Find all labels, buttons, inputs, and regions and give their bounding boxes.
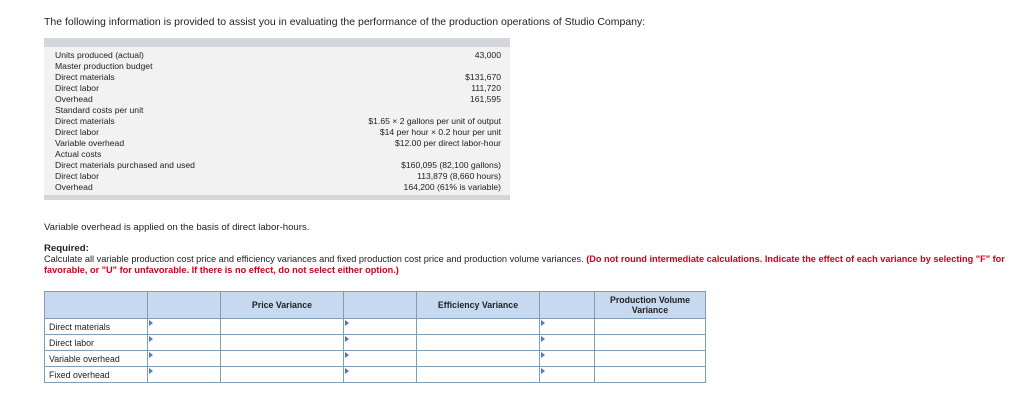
info-value: 161,595 [469,94,501,104]
efficiency-effect-select[interactable] [343,350,417,367]
col-header-price-text: Price Variance [220,291,344,319]
row-label: Direct labor [44,334,148,351]
required-title: Required: [44,243,89,254]
volume-effect-select[interactable] [539,334,595,351]
price-amount-input[interactable] [220,350,344,367]
info-row: Direct labor 111,720 [44,83,510,94]
table-corner [44,291,148,319]
info-label: Direct labor [55,127,99,137]
info-row: Direct labor 113,879 (8,660 hours) [44,171,510,182]
info-label: Overhead [55,94,93,104]
info-label: Overhead [55,182,93,192]
efficiency-amount-input[interactable] [416,366,540,383]
efficiency-effect-select[interactable] [343,318,417,335]
info-label: Actual costs [55,149,102,159]
dropdown-arrow-icon [344,335,352,342]
info-label: Direct materials [55,116,115,126]
info-row: Direct labor $14 per hour × 0.2 hour per … [44,127,510,138]
efficiency-amount-input[interactable] [416,350,540,367]
info-value: 164,200 (61% is variable) [403,182,501,192]
info-value: $14 per hour × 0.2 hour per unit [379,127,501,137]
required-text: Calculate all variable production cost p… [44,254,1019,276]
info-row: Direct materials $1.65 × 2 gallons per un… [44,116,510,127]
col-header-volume-text: Production Volume Variance [594,291,706,319]
volume-amount-input[interactable] [594,366,706,383]
info-row: Units produced (actual) 43,000 [44,50,510,61]
allocation-note: Variable overhead is applied on the basi… [44,222,310,233]
table-row: Fixed overhead [44,366,706,383]
table-row: Direct materials [44,318,706,335]
efficiency-effect-select[interactable] [343,366,417,383]
volume-effect-select[interactable] [539,318,595,335]
efficiency-effect-select[interactable] [343,334,417,351]
col-header-volume [539,291,595,319]
volume-amount-input[interactable] [594,318,706,335]
info-label: Master production budget [55,61,153,71]
dropdown-arrow-icon [540,319,548,326]
info-label: Direct labor [55,171,99,181]
info-row: Master production budget [44,61,510,72]
dropdown-arrow-icon [344,319,352,326]
variance-table: Price Variance Efficiency Variance Produ… [44,291,706,383]
price-effect-select[interactable] [147,350,221,367]
dropdown-arrow-icon [148,367,156,374]
row-label: Fixed overhead [44,366,148,383]
info-row: Direct materials $131,670 [44,72,510,83]
info-value: 113,879 (8,660 hours) [417,171,501,181]
dropdown-arrow-icon [540,367,548,374]
dropdown-arrow-icon [540,351,548,358]
price-effect-select[interactable] [147,318,221,335]
info-row: Standard costs per unit [44,105,510,116]
info-row: Overhead 161,595 [44,94,510,105]
dropdown-arrow-icon [344,351,352,358]
info-label: Direct labor [55,83,99,93]
info-value: 43,000 [474,50,501,60]
info-row: Direct materials purchased and used $160,… [44,160,510,171]
table-header-row: Price Variance Efficiency Variance Produ… [44,291,706,319]
info-panel: Units produced (actual) 43,000 Master pro… [44,38,510,200]
volume-amount-input[interactable] [594,334,706,351]
dropdown-arrow-icon [344,367,352,374]
price-effect-select[interactable] [147,334,221,351]
col-header-price [147,291,221,319]
info-row: Variable overhead $12.00 per direct labor… [44,138,510,149]
efficiency-amount-input[interactable] [416,334,540,351]
table-row: Direct labor [44,334,706,351]
dropdown-arrow-icon [148,351,156,358]
volume-effect-select[interactable] [539,366,595,383]
info-label: Standard costs per unit [55,105,144,115]
info-value: $12.00 per direct labor-hour [394,138,501,148]
info-row: Actual costs [44,149,510,160]
info-label: Units produced (actual) [55,50,144,60]
row-label: Variable overhead [44,350,148,367]
price-amount-input[interactable] [220,366,344,383]
dropdown-arrow-icon [148,335,156,342]
table-row: Variable overhead [44,350,706,367]
dropdown-arrow-icon [148,319,156,326]
row-label: Direct materials [44,318,148,335]
dropdown-arrow-icon [540,335,548,342]
price-amount-input[interactable] [220,334,344,351]
price-effect-select[interactable] [147,366,221,383]
required-question: Calculate all variable production cost p… [44,254,584,264]
info-label: Variable overhead [55,138,125,148]
info-value: $160,095 (82,100 gallons) [401,160,501,170]
info-label: Direct materials purchased and used [55,160,195,170]
volume-effect-select[interactable] [539,350,595,367]
col-header-efficiency-text: Efficiency Variance [416,291,540,319]
info-label: Direct materials [55,72,115,82]
info-value: $131,670 [465,72,501,82]
info-value: $1.65 × 2 gallons per unit of output [368,116,501,126]
col-header-efficiency [343,291,417,319]
volume-amount-input[interactable] [594,350,706,367]
info-value: 111,720 [471,83,501,93]
efficiency-amount-input[interactable] [416,318,540,335]
intro-text: The following information is provided to… [44,16,646,28]
price-amount-input[interactable] [220,318,344,335]
info-row: Overhead 164,200 (61% is variable) [44,182,510,193]
